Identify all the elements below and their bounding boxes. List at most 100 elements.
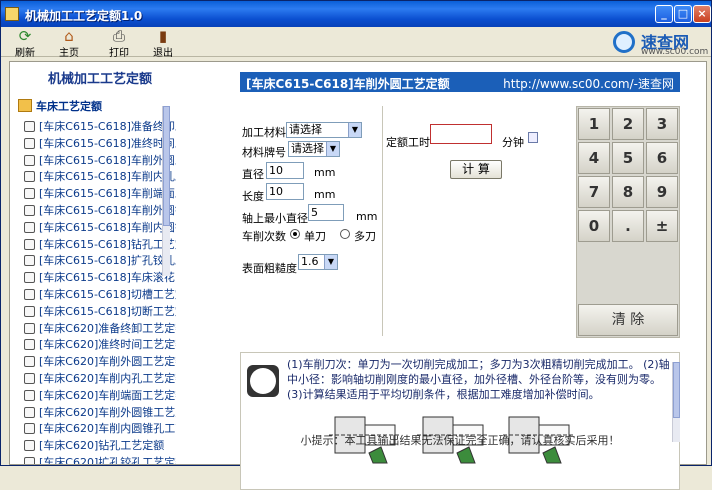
sidebar-item-label: [车床C620]准备终卸工艺定额 [39,321,176,335]
notes-scrollbar[interactable] [672,362,680,442]
close-button[interactable]: × [693,5,711,23]
home-button[interactable]: ⌂ 主页 [47,28,91,59]
sidebar-item[interactable]: [车床C615-C618]车床滚花日 [24,269,176,286]
document-icon [24,238,35,250]
sidebar-scrollbar[interactable] [162,106,170,276]
sidebar-scroll-thumb[interactable] [163,106,170,226]
time-label: 定额工时 [386,136,430,149]
sidebar-item[interactable]: [车床C615-C618]切槽工艺定 [24,286,176,303]
diameter-unit: mm [314,166,336,179]
clear-button[interactable]: 清 除 [578,304,678,336]
printer-icon: ⎙ [112,27,125,45]
sidebar-item-label: [车床C615-C618]准终时间工 [39,136,176,150]
min-diameter-label: 轴上最小直径 [242,212,308,225]
document-icon [24,305,35,317]
keypad-key[interactable]: 5 [612,142,644,174]
keypad-key[interactable]: 8 [612,176,644,208]
keypad-key[interactable]: 2 [612,108,644,140]
sidebar-item[interactable]: [车床C615-C618]钻孔工艺定 [24,236,176,253]
sidebar-item[interactable]: [车床C620]准终时间工艺定额 [24,336,176,353]
document-icon [24,423,35,435]
home-label: 主页 [59,48,79,59]
roughness-label: 表面粗糙度 [242,262,297,275]
keypad-key[interactable]: 4 [578,142,610,174]
sidebar-item[interactable]: [车床C620]扩孔铰孔工艺定额 [24,454,176,464]
sidebar-item[interactable]: [车床C620]车削外圆工艺定额 [24,353,176,370]
sidebar-item[interactable]: [车床C615-C618]车削外圆工 [24,152,176,169]
grade-select[interactable]: 请选择 ▼ [288,141,340,157]
calculator-title: [车床C615-C618]车削外圆工艺定额 [246,77,450,91]
keypad-key[interactable]: 1 [578,108,610,140]
keypad-key[interactable]: . [612,210,644,242]
material-select[interactable]: 请选择 ▼ [286,122,362,138]
sidebar-item[interactable]: [车床C620]钻孔工艺定额 [24,437,176,454]
keypad-key[interactable]: 3 [646,108,678,140]
keypad-key[interactable]: 6 [646,142,678,174]
sidebar-item[interactable]: [车床C615-C618]切断工艺定 [24,303,176,320]
toolbar: ⟳ 刷新 ⌂ 主页 ⎙ 打印 ▮ 退出 [1,27,711,59]
sidebar-item-label: [车床C620]车削端面工艺定额 [39,388,176,402]
notes-scroll-thumb[interactable] [673,362,680,418]
exit-door-icon: ▮ [158,27,168,45]
header-url[interactable]: http://www.sc00.com/-速查网 [503,75,674,92]
document-icon [24,137,35,149]
sidebar-item[interactable]: [车床C620]车削内孔工艺定额 [24,370,176,387]
radio-single-pass[interactable] [290,229,300,239]
sidebar: 机械加工工艺定额 车床工艺定额 [车床C615-C618]准备终卸工 [车床C61… [16,66,184,464]
sidebar-item-label: [车床C615-C618]车床滚花日 [39,271,176,285]
sidebar-item[interactable]: [车床C615-C618]准终时间工 [24,135,176,152]
sidebar-item[interactable]: [车床C615-C618]车削外圆锥 [24,202,176,219]
print-button[interactable]: ⎙ 打印 [97,27,141,59]
sidebar-item[interactable]: [车床C615-C618]车削端面工 [24,185,176,202]
sidebar-item-label: [车床C615-C618]钻孔工艺定 [39,237,176,251]
sidebar-item-label: [车床C615-C618]切槽工艺定 [39,288,176,301]
sidebar-item-label: [车床C615-C618]扩孔铰孔工 [39,254,176,268]
tree-group-lathe[interactable]: 车床工艺定额 [18,98,102,114]
length-input[interactable]: 10 [266,183,304,200]
multi-pass-label: 多刀 [354,230,376,243]
calculate-button[interactable]: 计 算 [450,160,502,179]
sidebar-item[interactable]: [车床C615-C618]准备终卸工 [24,118,176,135]
sidebar-item-label: [车床C615-C618]车削内圆锥 [39,220,176,234]
document-icon [24,255,35,267]
group-label: 车床工艺定额 [36,100,102,113]
sidebar-item-label: [车床C620]车削外圆锥工艺定 [39,405,176,419]
document-icon [24,221,35,233]
roughness-select[interactable]: 1.6 ▼ [298,254,338,270]
sidebar-item[interactable]: [车床C620]车削端面工艺定额 [24,387,176,404]
sidebar-item[interactable]: [车床C615-C618]车削内孔工 [24,168,176,185]
copy-icon[interactable] [528,132,538,143]
brand-logo: 速查网 www.sc00.com [613,29,708,57]
calculator-header: [车床C615-C618]车削外圆工艺定额 http://www.sc00.co… [240,72,680,92]
diameter-input[interactable]: 10 [266,162,304,179]
keypad-key[interactable]: 9 [646,176,678,208]
folder-icon [18,99,32,112]
sidebar-item[interactable]: [车床C620]准备终卸工艺定额 [24,320,176,337]
sidebar-item-label: [车床C620]车削内孔工艺定额 [39,372,176,385]
sidebar-item[interactable]: [车床C615-C618]车削内圆锥 [24,219,176,236]
refresh-button[interactable]: ⟳ 刷新 [3,27,47,59]
clock-icon [247,365,279,397]
keypad-key[interactable]: 0 [578,210,610,242]
document-icon [24,373,35,384]
minimize-button[interactable]: _ [655,5,673,23]
chevron-down-icon: ▼ [324,255,337,269]
sidebar-item[interactable]: [车床C620]车削内圆锥孔工艺 [24,420,176,437]
sidebar-item[interactable]: [车床C620]车削外圆锥工艺定 [24,404,176,421]
app-icon [5,7,19,21]
refresh-icon: ⟳ [18,27,32,45]
maximize-button[interactable]: □ [674,5,692,23]
radio-multi-pass[interactable] [340,229,350,239]
length-unit: mm [314,188,336,201]
keypad-key[interactable]: 7 [578,176,610,208]
document-icon [24,322,35,334]
time-result-input[interactable] [430,124,492,144]
notes-text: (1)车削刀次：单刀为一次切削完成加工；多刀为3次粗精切削完成加工。 (2)轴中… [287,358,670,401]
exit-button[interactable]: ▮ 退出 [141,27,185,59]
sidebar-item[interactable]: [车床C615-C618]扩孔铰孔工 [24,252,176,269]
roughness-select-value: 1.6 [301,255,319,268]
document-icon [24,339,35,351]
min-diameter-input[interactable]: 5 [308,204,344,221]
keypad-key[interactable]: ± [646,210,678,242]
chevron-down-icon: ▼ [348,123,361,137]
